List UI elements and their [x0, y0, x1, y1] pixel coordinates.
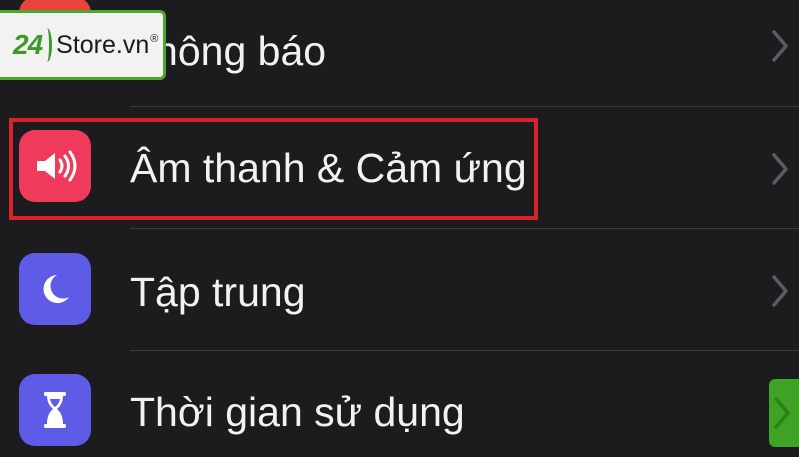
settings-item-label: Thời gian sử dụng [130, 389, 465, 435]
store-logo-watermark: 24 Store.vn ® [0, 10, 166, 80]
settings-item-focus[interactable]: Tập trung [0, 230, 799, 348]
highlight-box [9, 118, 538, 220]
row-divider [130, 350, 799, 351]
hourglass-icon [19, 374, 91, 446]
logo-registered-mark: ® [150, 33, 159, 45]
chevron-right-icon [772, 153, 788, 185]
logo-text: Store.vn [56, 30, 150, 59]
chevron-right-icon [772, 30, 788, 62]
chevron-right-icon [774, 397, 790, 429]
settings-item-label: Tập trung [130, 269, 306, 315]
side-tab-overlay[interactable] [769, 379, 799, 447]
row-divider [130, 228, 799, 229]
chevron-right-icon [772, 275, 788, 307]
logo-arc-icon [42, 28, 53, 62]
settings-screen: Thông báo Âm thanh & Cảm ứng Tập trung T… [0, 0, 799, 457]
logo-number: 24 [13, 29, 43, 60]
settings-item-screen-time[interactable]: Thời gian sử dụng [0, 352, 799, 457]
moon-icon [19, 253, 91, 325]
row-divider [130, 106, 799, 107]
